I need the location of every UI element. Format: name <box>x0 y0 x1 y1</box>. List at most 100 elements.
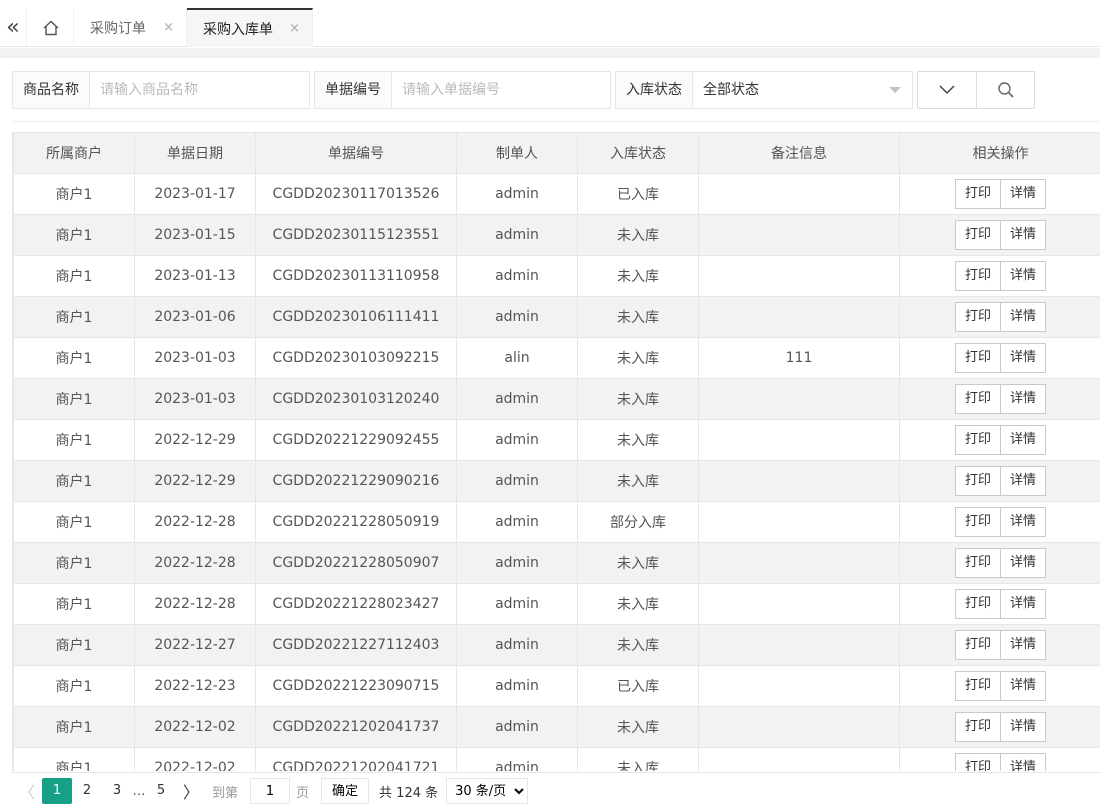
print-button[interactable]: 打印 <box>954 384 1001 414</box>
detail-button[interactable]: 详情 <box>1000 548 1047 578</box>
creator-cell: admin <box>456 173 578 215</box>
close-icon[interactable]: × <box>163 20 174 35</box>
detail-button[interactable]: 详情 <box>1000 343 1047 373</box>
doc-number-cell: CGDD20221229090216 <box>255 460 457 502</box>
doc-number-label: 单据编号 <box>315 72 392 108</box>
doc-number-input[interactable] <box>392 72 609 108</box>
tab-home[interactable] <box>28 8 74 47</box>
search-button-group <box>917 71 1035 109</box>
remark-cell <box>698 378 900 420</box>
confirm-page-button[interactable]: 确定 <box>321 778 370 804</box>
merchant-cell: 商户1 <box>13 378 135 420</box>
prev-page-button[interactable]: 〈 <box>12 778 42 804</box>
detail-button[interactable]: 详情 <box>1000 179 1047 209</box>
status-cell: 未入库 <box>577 747 699 771</box>
page-3-button[interactable]: 3 <box>102 778 132 804</box>
column-header: 单据日期 <box>134 132 256 174</box>
doc-number-field: 单据编号 <box>314 71 611 109</box>
merchant-cell: 商户1 <box>13 337 135 379</box>
detail-button[interactable]: 详情 <box>1000 507 1047 537</box>
tab-purchase-order[interactable]: 采购订单 × <box>74 8 187 47</box>
close-icon[interactable]: × <box>289 21 300 36</box>
status-select[interactable]: 全部状态 <box>693 72 911 108</box>
detail-button[interactable]: 详情 <box>1000 712 1047 742</box>
print-button[interactable]: 打印 <box>954 466 1001 496</box>
table-row: 商户1 2022-12-23 CGDD20221223090715 admin 已入库 打… <box>13 665 1100 707</box>
detail-button[interactable]: 详情 <box>1000 220 1047 250</box>
table-row: 商户1 2023-01-06 CGDD20230106111411 admin 未入库 打… <box>13 296 1100 338</box>
creator-cell: admin <box>456 706 578 748</box>
merchant-cell: 商户1 <box>13 173 135 215</box>
actions-cell: 打印 详情 <box>899 501 1100 543</box>
detail-button[interactable]: 详情 <box>1000 384 1047 414</box>
status-cell: 未入库 <box>577 296 699 338</box>
detail-button[interactable]: 详情 <box>1000 753 1047 771</box>
pagination: 〈 1 2 3 … 5 〉 到第 页 确定 共 124 条 30 条/页 <box>12 772 1100 809</box>
actions-cell: 打印 详情 <box>899 747 1100 771</box>
product-name-input[interactable] <box>90 72 308 108</box>
detail-button[interactable]: 详情 <box>1000 630 1047 660</box>
detail-button[interactable]: 详情 <box>1000 302 1047 332</box>
status-cell: 未入库 <box>577 624 699 666</box>
table-row: 商户1 2023-01-03 CGDD20230103092215 alin 未入库 11… <box>13 337 1100 379</box>
page-2-button[interactable]: 2 <box>72 778 102 804</box>
date-cell: 2022-12-28 <box>134 542 256 584</box>
caret-down-icon <box>889 87 901 93</box>
creator-cell: admin <box>456 747 578 771</box>
merchant-cell: 商户1 <box>13 214 135 256</box>
doc-number-cell: CGDD20221223090715 <box>255 665 457 707</box>
print-button[interactable]: 打印 <box>954 753 1001 771</box>
remark-cell <box>698 296 900 338</box>
actions-cell: 打印 详情 <box>899 419 1100 461</box>
actions-cell: 打印 详情 <box>899 337 1100 379</box>
print-button[interactable]: 打印 <box>954 671 1001 701</box>
goto-page-input[interactable] <box>250 778 291 804</box>
detail-button[interactable]: 详情 <box>1000 466 1047 496</box>
creator-cell: alin <box>456 337 578 379</box>
remark-cell: 111 <box>698 337 900 379</box>
page-5-button[interactable]: 5 <box>146 778 176 804</box>
product-name-label: 商品名称 <box>13 72 90 108</box>
print-button[interactable]: 打印 <box>954 220 1001 250</box>
status-cell: 未入库 <box>577 255 699 297</box>
table-row: 商户1 2022-12-28 CGDD20221228050907 admin 未入库 打… <box>13 542 1100 584</box>
next-page-button[interactable]: 〉 <box>176 778 206 804</box>
page-1-button[interactable]: 1 <box>42 778 72 804</box>
status-cell: 已入库 <box>577 665 699 707</box>
print-button[interactable]: 打印 <box>954 548 1001 578</box>
page-size-select[interactable]: 30 条/页 <box>446 778 529 804</box>
detail-button[interactable]: 详情 <box>1000 425 1047 455</box>
merchant-cell: 商户1 <box>13 706 135 748</box>
date-cell: 2022-12-02 <box>134 747 256 771</box>
print-button[interactable]: 打印 <box>954 302 1001 332</box>
column-header: 所属商户 <box>13 132 135 174</box>
print-button[interactable]: 打印 <box>954 712 1001 742</box>
remark-cell <box>698 173 900 215</box>
print-button[interactable]: 打印 <box>954 425 1001 455</box>
expand-filters-button[interactable] <box>918 72 976 108</box>
print-button[interactable]: 打印 <box>954 179 1001 209</box>
search-button[interactable] <box>976 72 1034 108</box>
collapse-sidebar-button[interactable]: « <box>0 8 27 47</box>
print-button[interactable]: 打印 <box>954 343 1001 373</box>
column-header: 单据编号 <box>255 132 457 174</box>
table-row: 商户1 2023-01-17 CGDD20230117013526 admin 已入库 打… <box>13 173 1100 215</box>
actions-cell: 打印 详情 <box>899 460 1100 502</box>
date-cell: 2022-12-27 <box>134 624 256 666</box>
detail-button[interactable]: 详情 <box>1000 671 1047 701</box>
detail-button[interactable]: 详情 <box>1000 589 1047 619</box>
status-cell: 未入库 <box>577 419 699 461</box>
column-header: 制单人 <box>456 132 578 174</box>
merchant-cell: 商户1 <box>13 665 135 707</box>
table-row: 商户1 2022-12-27 CGDD20221227112403 admin 未入库 打… <box>13 624 1100 666</box>
detail-button[interactable]: 详情 <box>1000 261 1047 291</box>
tab-purchase-receipt[interactable]: 采购入库单 × <box>187 8 313 47</box>
merchant-cell: 商户1 <box>13 296 135 338</box>
column-header: 入库状态 <box>577 132 699 174</box>
print-button[interactable]: 打印 <box>954 589 1001 619</box>
print-button[interactable]: 打印 <box>954 507 1001 537</box>
status-field: 入库状态 全部状态 <box>615 71 913 109</box>
print-button[interactable]: 打印 <box>954 630 1001 660</box>
print-button[interactable]: 打印 <box>954 261 1001 291</box>
doc-number-cell: CGDD20230115123551 <box>255 214 457 256</box>
